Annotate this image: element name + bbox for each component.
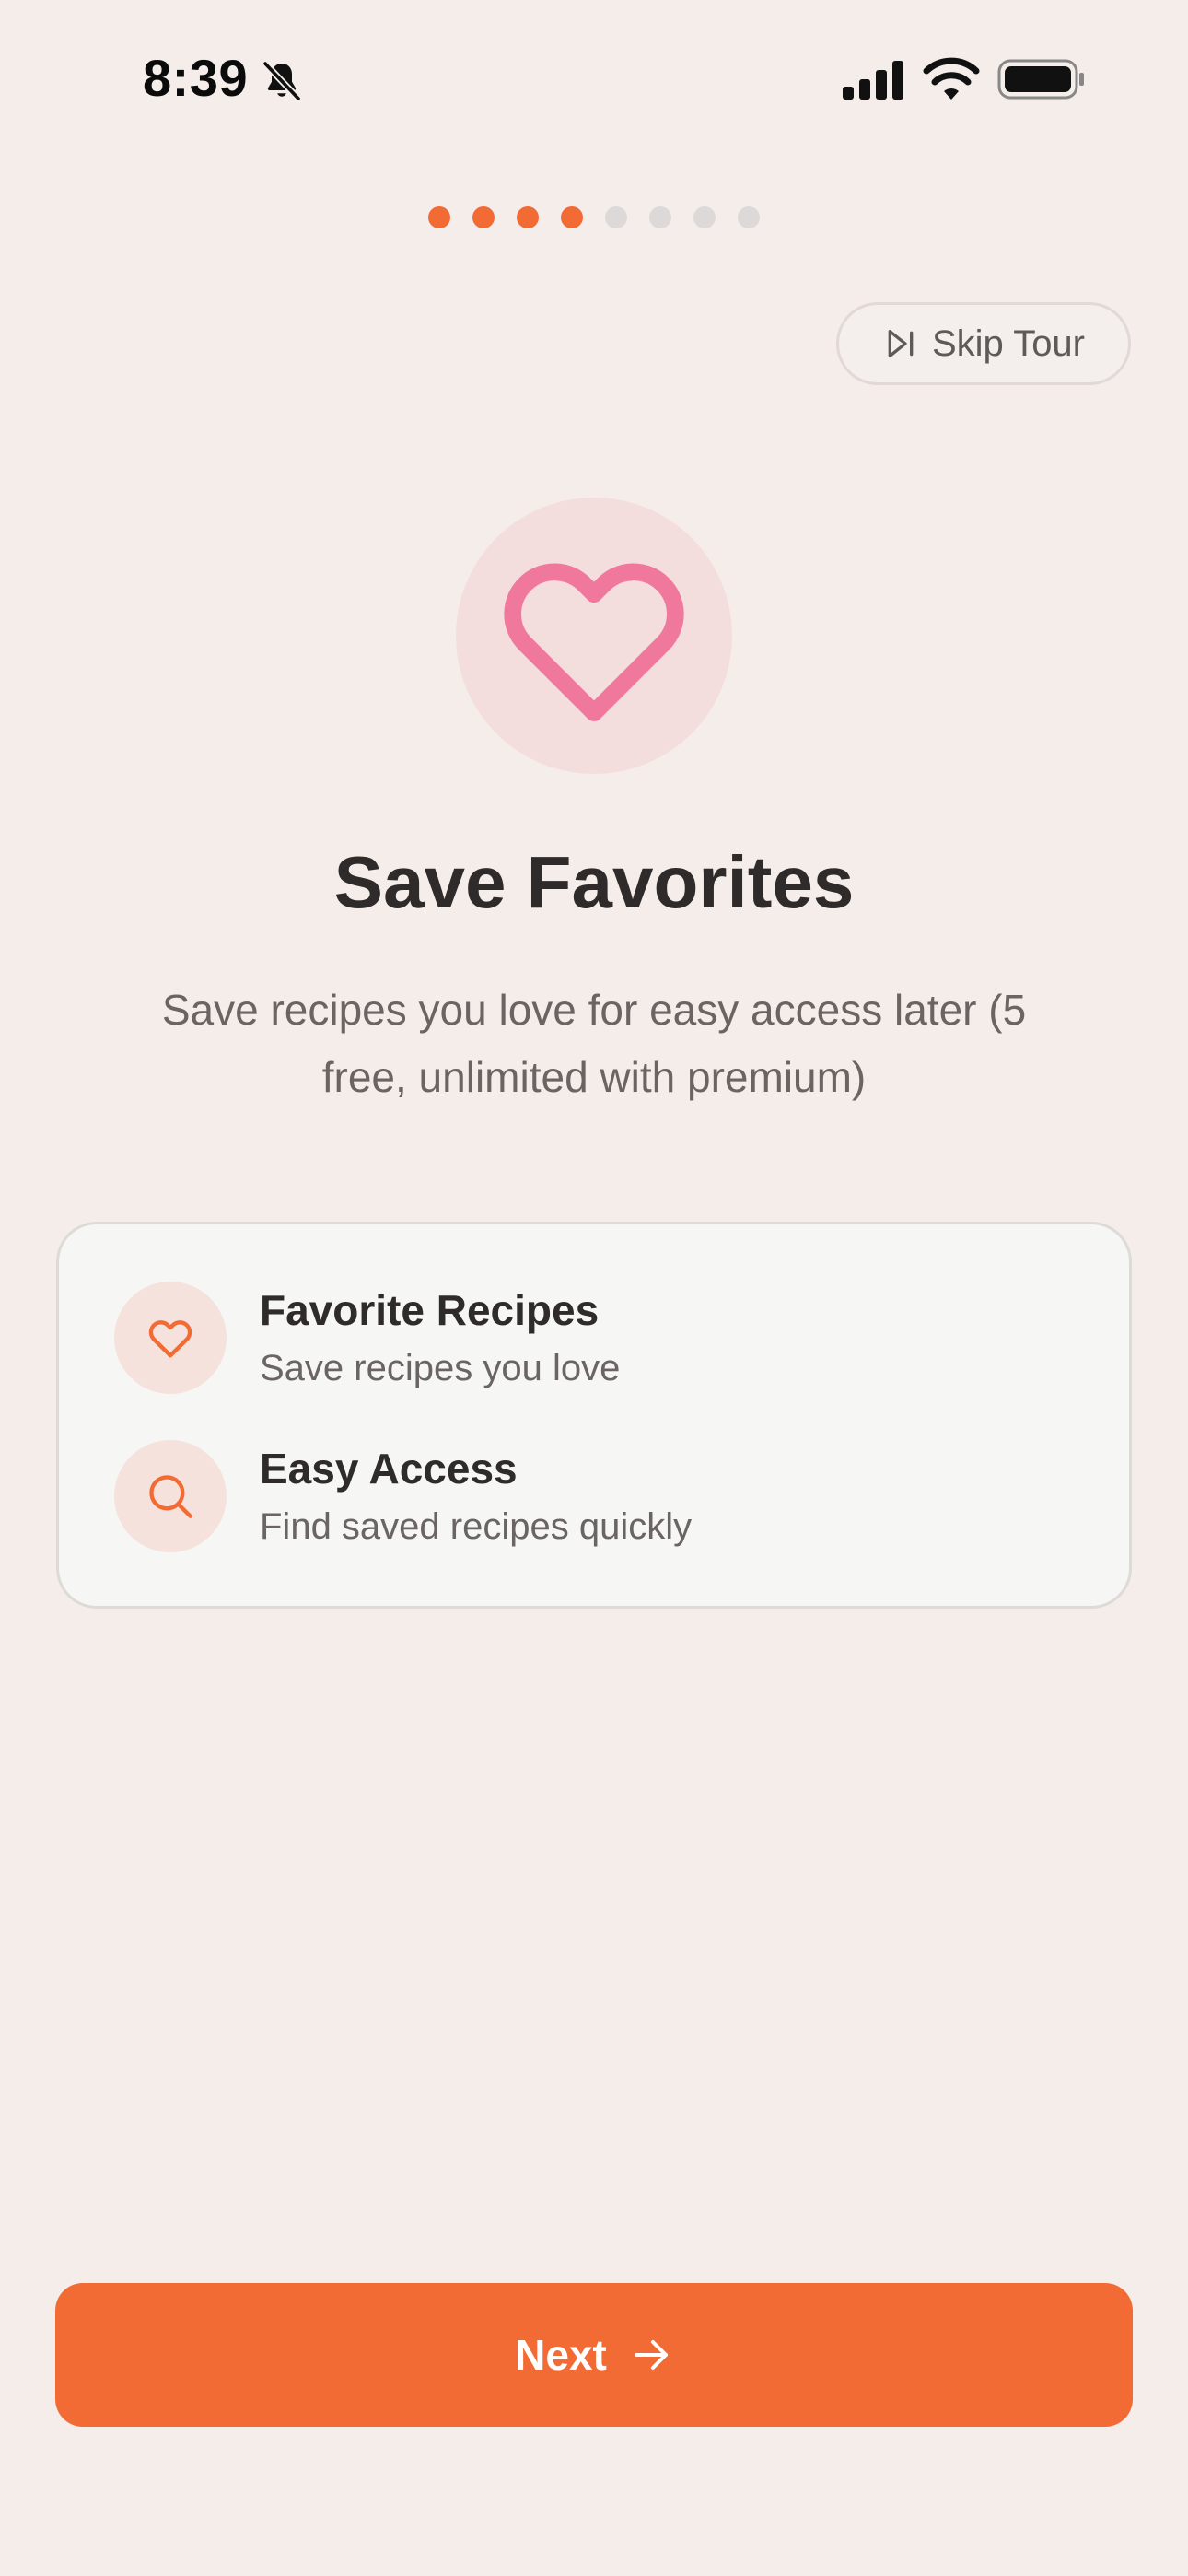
onboarding-progress-dots bbox=[0, 206, 1188, 228]
skip-forward-icon bbox=[888, 330, 914, 357]
arrow-right-icon bbox=[634, 2340, 668, 2370]
progress-dot bbox=[517, 206, 539, 228]
status-bar: 8:39 bbox=[0, 0, 1188, 157]
next-button[interactable]: Next bbox=[55, 2283, 1133, 2427]
hero-icon-circle bbox=[456, 498, 732, 774]
feature-card: Favorite Recipes Save recipes you love E… bbox=[56, 1222, 1132, 1609]
battery-icon bbox=[997, 59, 1084, 100]
progress-dot bbox=[649, 206, 671, 228]
feature-icon-circle bbox=[114, 1440, 227, 1552]
heart-icon bbox=[148, 1320, 192, 1358]
progress-dot bbox=[428, 206, 450, 228]
progress-dot bbox=[605, 206, 627, 228]
status-time: 8:39 bbox=[143, 49, 249, 107]
page-subtitle: Save recipes you love for easy access la… bbox=[161, 986, 1027, 1101]
bell-slash-icon bbox=[262, 61, 301, 101]
feature-item-favorite-recipes: Favorite Recipes Save recipes you love bbox=[114, 1282, 1072, 1396]
skip-tour-label: Skip Tour bbox=[931, 322, 1085, 364]
feature-title: Easy Access bbox=[260, 1445, 518, 1493]
feature-title: Favorite Recipes bbox=[260, 1286, 600, 1334]
search-icon bbox=[149, 1475, 192, 1518]
wifi-icon bbox=[923, 57, 980, 100]
progress-dot bbox=[561, 206, 583, 228]
progress-dot bbox=[693, 206, 716, 228]
progress-dot bbox=[738, 206, 760, 228]
progress-dot bbox=[472, 206, 495, 228]
feature-icon-circle bbox=[114, 1282, 227, 1394]
skip-tour-button[interactable]: Skip Tour bbox=[836, 302, 1131, 385]
page-title: Save Favorites bbox=[333, 841, 855, 923]
feature-description: Find saved recipes quickly bbox=[260, 1506, 693, 1547]
feature-item-easy-access: Easy Access Find saved recipes quickly bbox=[114, 1440, 1072, 1554]
feature-description: Save recipes you love bbox=[260, 1348, 621, 1388]
heart-icon bbox=[504, 563, 684, 721]
next-button-label: Next bbox=[515, 2331, 607, 2379]
cellular-signal-icon bbox=[843, 61, 903, 100]
